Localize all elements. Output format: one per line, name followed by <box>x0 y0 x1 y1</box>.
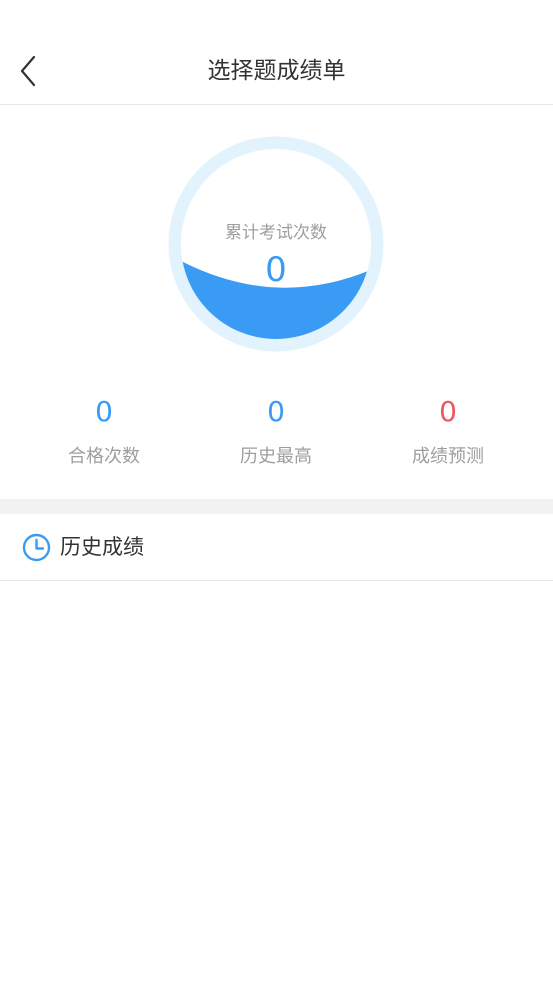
stat-pass-count-value: 0 <box>95 395 113 428</box>
clock-icon <box>22 533 51 562</box>
gauge-graphic <box>168 136 384 352</box>
stats-row: 0 合格次数 0 历史最高 0 成绩预测 <box>0 392 553 482</box>
nav-bar: 选择题成绩单 <box>0 36 553 105</box>
section-divider <box>0 499 553 514</box>
gauge-label: 累计考试次数 <box>225 223 327 243</box>
score-report-page: 选择题成绩单 累计考试次数 0 0 合格次数 0 历史最高 0 成绩预测 历史成… <box>0 0 553 983</box>
history-title: 历史成绩 <box>60 535 144 559</box>
exam-count-gauge: 累计考试次数 0 <box>168 136 384 352</box>
stat-pass-count-label: 合格次数 <box>68 446 140 467</box>
stat-highest-score-value: 0 <box>267 395 285 428</box>
stat-pass-count: 0 合格次数 <box>18 392 190 468</box>
stat-score-prediction: 0 成绩预测 <box>362 392 534 468</box>
page-title: 选择题成绩单 <box>207 58 346 84</box>
gauge-value: 0 <box>265 250 287 290</box>
stat-highest-score-label: 历史最高 <box>240 446 312 467</box>
stat-highest-score: 0 历史最高 <box>190 392 362 468</box>
stat-score-prediction-label: 成绩预测 <box>412 446 484 467</box>
stat-score-prediction-value: 0 <box>439 395 457 428</box>
history-header[interactable]: 历史成绩 <box>0 514 553 581</box>
status-bar <box>0 0 553 36</box>
history-list <box>0 582 553 983</box>
score-summary: 累计考试次数 0 0 合格次数 0 历史最高 0 成绩预测 <box>0 106 553 499</box>
